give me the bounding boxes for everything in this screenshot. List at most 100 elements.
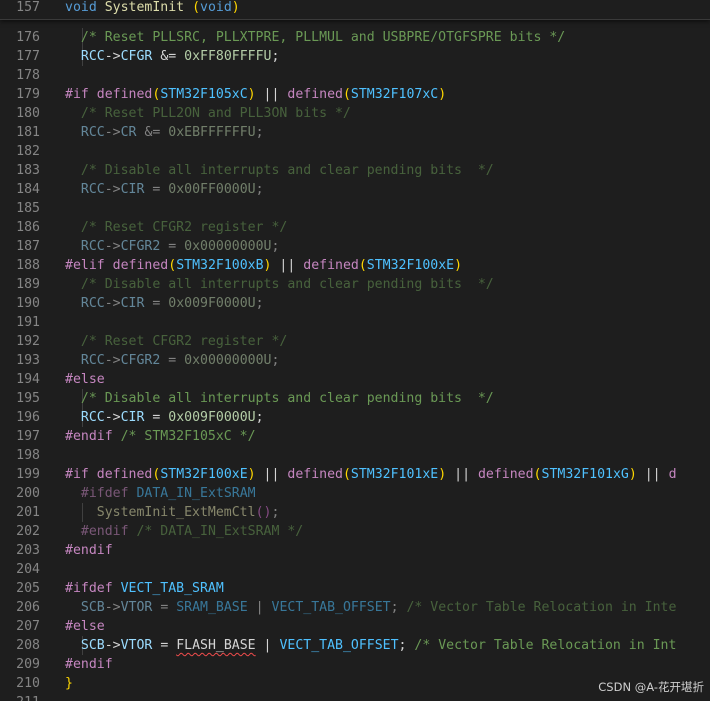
line-number: 157 <box>16 0 40 15</box>
code-line[interactable]: 182 <box>0 142 710 161</box>
line-number: 182 <box>16 144 40 159</box>
code-line[interactable]: 206 SCB->VTOR = SRAM_BASE | VECT_TAB_OFF… <box>0 598 710 617</box>
token-macro: STM32F100xB <box>176 258 264 273</box>
line-number: 207 <box>16 619 40 634</box>
code-text: #else <box>65 370 105 389</box>
line-number: 176 <box>16 30 40 45</box>
code-editor[interactable]: 157 void SystemInit (void) 176 /* Reset … <box>0 0 710 701</box>
line-number: 196 <box>16 410 40 425</box>
token-identifier: CIR <box>120 410 145 425</box>
code-line[interactable]: 199 #if defined(STM32F100xE) || defined(S… <box>0 465 710 484</box>
code-line[interactable]: 202 #endif /* DATA_IN_ExtSRAM */ <box>0 522 710 541</box>
line-number: 177 <box>16 49 40 64</box>
token-operator: &= <box>136 125 169 140</box>
line-number: 200 <box>16 486 40 501</box>
line-number: 178 <box>16 68 40 83</box>
code-text: #endif /* DATA_IN_ExtSRAM */ <box>65 522 303 541</box>
code-line[interactable]: 190 RCC->CIR = 0x009F0000U; <box>0 294 710 313</box>
code-line[interactable]: 195 /* Disable all interrupts and clear … <box>0 389 710 408</box>
token-operator: ; <box>271 505 280 520</box>
token-preprocessor: defined <box>96 87 153 102</box>
token-operator: || <box>255 467 288 482</box>
code-line[interactable]: 176 /* Reset PLLSRC, PLLXTPRE, PLLMUL an… <box>0 28 710 47</box>
token-comment: /* Disable all interrupts and clear pend… <box>80 277 494 292</box>
code-line[interactable]: 207 #else <box>0 617 710 636</box>
line-number: 198 <box>16 448 40 463</box>
code-line[interactable]: 181 RCC->CR &= 0xEBFFFFFFU; <box>0 123 710 142</box>
token-operator <box>65 334 81 349</box>
code-line[interactable]: 208 SCB->VTOR = FLASH_BASE | VECT_TAB_OF… <box>0 636 710 655</box>
line-number: 189 <box>16 277 40 292</box>
code-line[interactable]: 188 #elif defined(STM32F100xB) || defined… <box>0 256 710 275</box>
token-operator <box>65 239 81 254</box>
token-comment: /* Reset CFGR2 register */ <box>80 334 288 349</box>
token-operator <box>97 0 105 15</box>
token-bracket: ) <box>454 258 463 273</box>
code-line[interactable]: 177 RCC->CFGR &= 0xFF80FFFFU; <box>0 47 710 66</box>
token-operator <box>65 182 81 197</box>
code-line[interactable]: 178 <box>0 66 710 85</box>
code-line[interactable]: 205 #ifdef VECT_TAB_SRAM <box>0 579 710 598</box>
code-line[interactable]: 198 <box>0 446 710 465</box>
line-number: 190 <box>16 296 40 311</box>
code-text: RCC->CFGR &= 0xFF80FFFFU; <box>65 47 280 66</box>
code-line[interactable]: 203 #endif <box>0 541 710 560</box>
code-text: #elif defined(STM32F100xB) || defined(ST… <box>65 256 462 275</box>
token-comment: /* Reset CFGR2 register */ <box>80 220 288 235</box>
token-bracket: ) <box>628 467 637 482</box>
code-text: /* Disable all interrupts and clear pend… <box>65 389 494 408</box>
token-identifier: RCC <box>80 239 105 254</box>
code-line[interactable]: 200 #ifdef DATA_IN_ExtSRAM <box>0 484 710 503</box>
token-number-literal: 0x00FF0000U <box>168 182 256 197</box>
code-text: #endif /* STM32F105xC */ <box>65 427 256 446</box>
code-line[interactable]: 209 #endif <box>0 655 710 674</box>
code-line[interactable]: 194 #else <box>0 370 710 389</box>
code-line[interactable]: 187 RCC->CFGR2 = 0x00000000U; <box>0 237 710 256</box>
code-text: /* Reset CFGR2 register */ <box>65 218 287 237</box>
line-number: 202 <box>16 524 40 539</box>
code-text: /* Reset CFGR2 register */ <box>65 332 287 351</box>
token-operator: = <box>144 182 169 197</box>
token-operator: ; <box>398 638 415 653</box>
code-line[interactable]: 193 RCC->CFGR2 = 0x00000000U; <box>0 351 710 370</box>
code-line[interactable]: 186 /* Reset CFGR2 register */ <box>0 218 710 237</box>
code-line[interactable]: 192 /* Reset CFGR2 register */ <box>0 332 710 351</box>
token-bracket: ) <box>247 467 256 482</box>
token-identifier: RCC <box>80 182 105 197</box>
code-line[interactable]: 196 RCC->CIR = 0x009F0000U; <box>0 408 710 427</box>
code-text: RCC->CIR = 0x00FF0000U; <box>65 180 264 199</box>
code-line[interactable]: 189 /* Disable all interrupts and clear … <box>0 275 710 294</box>
token-operator: ; <box>255 125 264 140</box>
code-line[interactable]: 204 <box>0 560 710 579</box>
code-line[interactable]: 180 /* Reset PLL2ON and PLL3ON bits */ <box>0 104 710 123</box>
sticky-scroll-header[interactable]: 157 void SystemInit (void) <box>0 0 710 20</box>
token-macro: VECT_TAB_OFFSET <box>279 638 399 653</box>
code-line[interactable]: 201 SystemInit_ExtMemCtl(); <box>0 503 710 522</box>
token-keyword: void <box>65 0 97 15</box>
token-operator <box>89 467 97 482</box>
token-identifier: CFGR <box>120 49 153 64</box>
code-line[interactable]: 197 #endif /* STM32F105xC */ <box>0 427 710 446</box>
code-line[interactable]: 185 <box>0 199 710 218</box>
line-number: 209 <box>16 657 40 672</box>
token-operator: -> <box>104 410 121 425</box>
code-line[interactable]: 183 /* Disable all interrupts and clear … <box>0 161 710 180</box>
code-line[interactable]: 191 <box>0 313 710 332</box>
token-comment: /* Reset PLLSRC, PLLXTPRE, PLLMUL and US… <box>80 30 566 45</box>
token-operator <box>65 638 81 653</box>
token-bracket: ) <box>438 467 447 482</box>
token-operator <box>65 410 81 425</box>
token-identifier: RCC <box>80 410 105 425</box>
token-comment: /* Disable all interrupts and clear pend… <box>80 163 494 178</box>
token-operator: ; <box>271 49 280 64</box>
function-signature: void SystemInit (void) <box>65 0 240 15</box>
token-number-literal: 0x00000000U <box>184 239 272 254</box>
code-line[interactable]: 184 RCC->CIR = 0x00FF0000U; <box>0 180 710 199</box>
token-bracket: ( <box>168 258 177 273</box>
token-identifier: CFGR2 <box>120 353 161 368</box>
token-identifier: CIR <box>120 182 145 197</box>
token-operator <box>65 30 81 45</box>
code-line[interactable]: 179 #if defined(STM32F105xC) || defined(S… <box>0 85 710 104</box>
token-operator: -> <box>104 182 121 197</box>
token-preprocessor: #if <box>65 467 89 482</box>
